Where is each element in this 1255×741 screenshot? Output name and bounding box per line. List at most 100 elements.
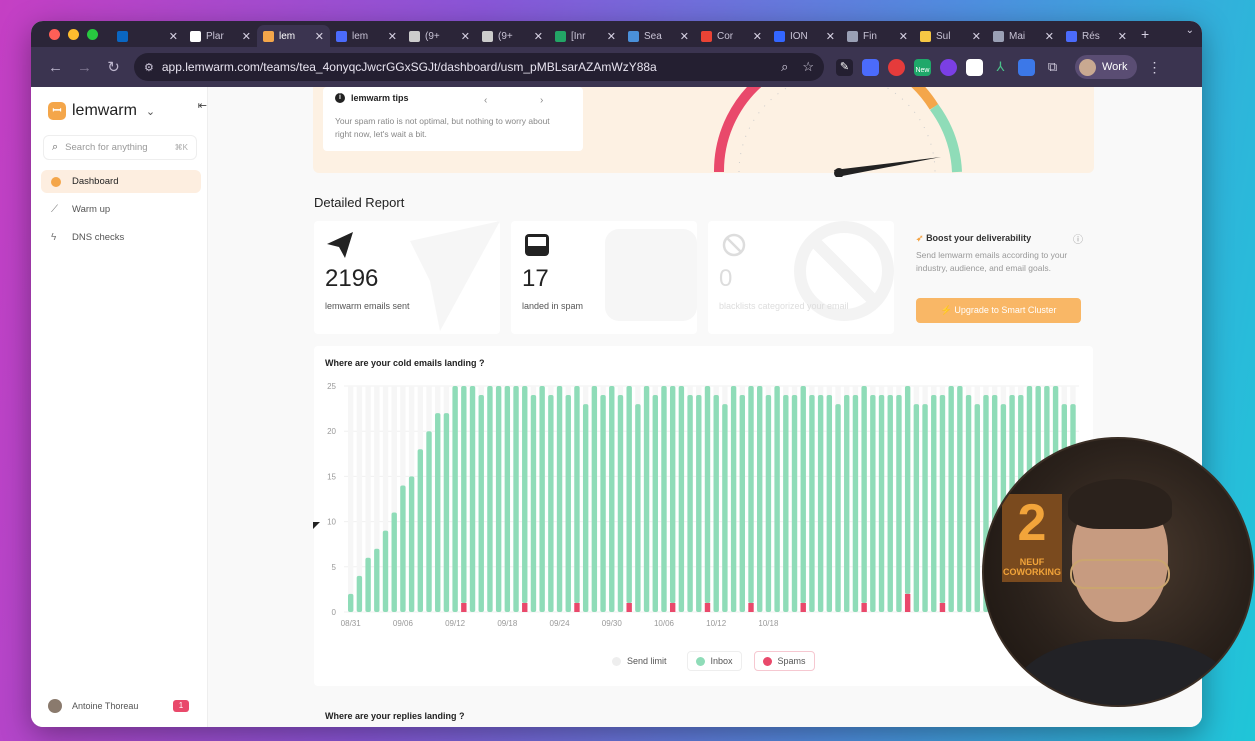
new-tab-button[interactable]: + (1141, 26, 1149, 42)
tab-search-icon[interactable]: ⌄ (1186, 25, 1194, 36)
blocked-ghost-icon (794, 221, 894, 321)
lemlist-extension-icon[interactable] (862, 58, 879, 76)
browser-menu-icon[interactable]: ⋮ (1147, 59, 1161, 76)
sidebar-item-dns-checks[interactable]: ϟ DNS checks (41, 226, 201, 249)
close-tab-icon[interactable]: ✕ (680, 30, 689, 43)
browser-tab[interactable]: ✕ (111, 25, 184, 47)
tab-label: Fin (863, 30, 877, 42)
sidebar-item-warm-up[interactable]: ⟋ Warm up (41, 198, 201, 221)
link-icon (847, 30, 858, 42)
tree-extension-icon[interactable]: ⅄ (992, 59, 1009, 76)
puzzle-extensions-icon[interactable]: ⧉ (1044, 59, 1061, 76)
purple-extension-icon[interactable] (940, 58, 957, 76)
pokeball-extension-icon[interactable] (888, 58, 905, 76)
collapse-sidebar-icon[interactable]: ⇤ (198, 99, 207, 112)
close-tab-icon[interactable]: ✕ (315, 30, 324, 43)
url-text[interactable]: app.lemwarm.com/teams/tea_4onyqcJwcrGGxS… (162, 60, 767, 74)
close-tab-icon[interactable]: ✕ (899, 30, 908, 43)
inbox-bar (861, 386, 867, 603)
browser-tab[interactable]: Mai ✕ (987, 25, 1060, 47)
threads-icon (190, 30, 201, 42)
tip-prev-icon[interactable]: ‹ (484, 95, 487, 106)
notification-badge[interactable]: 1 (173, 700, 189, 712)
browser-tab[interactable]: Rés ✕ (1060, 25, 1133, 47)
tips-title: i lemwarm tips (335, 93, 409, 103)
pen-extension-icon[interactable]: ✎ (836, 58, 853, 76)
google-icon (701, 30, 712, 42)
forward-button[interactable]: → (70, 59, 99, 76)
close-window-button[interactable] (49, 28, 60, 40)
chevron-down-icon[interactable]: ⌄ (146, 105, 155, 118)
browser-tab[interactable]: Sul ✕ (914, 25, 987, 47)
browser-tab[interactable]: ION ✕ (768, 25, 841, 47)
browser-tab[interactable]: Cor ✕ (695, 25, 768, 47)
x-tick-label: 08/31 (341, 619, 362, 628)
browser-tab[interactable]: [Inr ✕ (549, 25, 622, 47)
lemwarm-icon (263, 30, 274, 42)
user-menu[interactable]: Antoine Thoreau 1 (31, 699, 207, 713)
minimize-window-button[interactable] (68, 28, 79, 40)
maximize-window-button[interactable] (87, 28, 98, 40)
legend-label: Inbox (710, 656, 733, 666)
search-input[interactable]: ⌕ Search for anything ⌘K (43, 135, 197, 160)
close-tab-icon[interactable]: ✕ (1118, 30, 1127, 43)
inbox-bar (417, 449, 424, 612)
inbox-bar (669, 386, 676, 603)
close-tab-icon[interactable]: ✕ (461, 30, 470, 43)
workspace-switcher[interactable]: ꟷ lemwarm ⌄ (31, 87, 207, 125)
sidebar-item-dashboard[interactable]: Dashboard (41, 170, 201, 193)
inbox-bar (817, 395, 824, 612)
browser-tab[interactable]: lem ✕ (257, 25, 330, 47)
x-tick-label: 10/18 (758, 619, 779, 628)
new-extension-icon[interactable]: New (914, 58, 931, 76)
close-tab-icon[interactable]: ✕ (826, 30, 835, 43)
profile-button[interactable]: Work (1075, 55, 1138, 79)
y-tick-label: 10 (327, 518, 336, 527)
help-icon[interactable]: ⓘ (1073, 231, 1083, 246)
tab-label: Mai (1009, 30, 1026, 42)
browser-tab[interactable]: Plar ✕ (184, 25, 257, 47)
close-tab-icon[interactable]: ✕ (242, 30, 251, 43)
close-tab-icon[interactable]: ✕ (1045, 30, 1054, 43)
notion-extension-icon[interactable] (966, 58, 983, 76)
robot-extension-icon[interactable] (1018, 58, 1035, 76)
browser-tab[interactable]: (9+ ✕ (403, 25, 476, 47)
legend-inbox[interactable]: Inbox (686, 651, 742, 671)
close-tab-icon[interactable]: ✕ (169, 30, 178, 43)
spam-bar (748, 602, 754, 612)
inbox-bar (757, 386, 763, 612)
legend-spams[interactable]: Spams (753, 651, 815, 671)
inbox-bar (974, 404, 980, 612)
site-settings-icon[interactable]: ⚙ (144, 61, 154, 74)
spam-dot (762, 656, 772, 666)
tab-label: lem (279, 30, 296, 42)
bookmark-star-icon[interactable]: ☆ (802, 59, 814, 75)
upgrade-button[interactable]: ⚡ Upgrade to Smart Cluster (916, 298, 1081, 323)
address-bar[interactable]: ⚙ app.lemwarm.com/teams/tea_4onyqcJwcrGG… (134, 53, 824, 81)
browser-tab[interactable]: Sea ✕ (622, 25, 695, 47)
inbox-bar (852, 395, 859, 612)
tab-label: ION (790, 30, 808, 42)
profile-avatar (1079, 58, 1096, 76)
close-tab-icon[interactable]: ✕ (972, 30, 981, 43)
inbox-bar (939, 395, 946, 603)
sheets-icon (555, 30, 566, 42)
back-button[interactable]: ← (41, 59, 70, 76)
inbox-bar (487, 386, 493, 612)
close-tab-icon[interactable]: ✕ (388, 30, 397, 43)
close-tab-icon[interactable]: ✕ (607, 30, 616, 43)
reload-button[interactable]: ↻ (99, 58, 128, 76)
close-tab-icon[interactable]: ✕ (534, 30, 543, 43)
browser-tab[interactable]: Fin ✕ (841, 25, 914, 47)
stat-value: 0 (719, 265, 733, 292)
tips-text: Your spam ratio is not optimal, but noth… (335, 116, 550, 139)
tip-next-icon[interactable]: › (540, 95, 543, 106)
legend-send-limit[interactable]: Send limit (604, 651, 675, 671)
close-tab-icon[interactable]: ✕ (753, 30, 762, 43)
stat-card-spam: 17 landed in spam (511, 221, 697, 334)
inbox-bar (435, 413, 441, 612)
zoom-icon[interactable]: ⌕ (781, 59, 788, 75)
browser-tab[interactable]: lem ✕ (330, 25, 403, 47)
browser-tab[interactable]: (9+ ✕ (476, 25, 549, 47)
inbox-bar (408, 476, 415, 612)
